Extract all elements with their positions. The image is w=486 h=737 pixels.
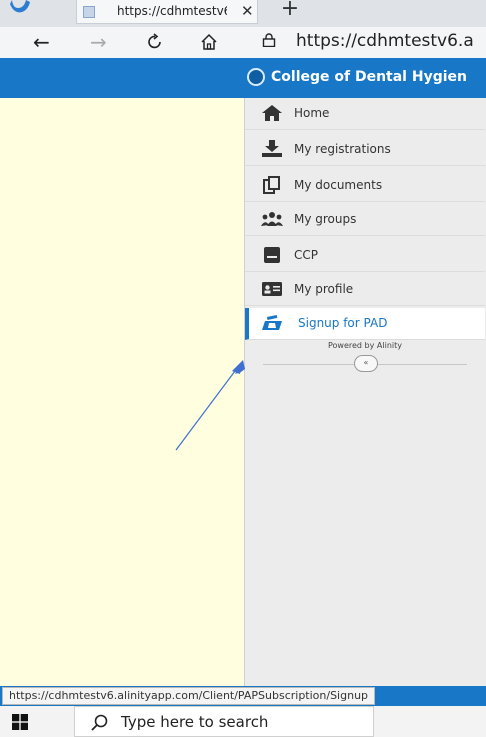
refresh-icon[interactable] xyxy=(146,33,164,51)
status-bar: https://cdhmtestv6.alinityapp.com/Client… xyxy=(0,686,486,706)
college-logo-icon xyxy=(247,68,265,86)
powered-by-text: Powered by Alinity xyxy=(328,341,402,350)
profile-card-icon xyxy=(262,282,282,296)
app-title[interactable]: College of Dental Hygien xyxy=(271,69,467,85)
sidebar-item-label: CCP xyxy=(294,248,318,262)
link-preview-url: https://cdhmtestv6.alinityapp.com/Client… xyxy=(2,687,376,705)
tab-title: https://cdhmtestv6.alinityapp.co xyxy=(117,4,227,18)
sidebar-item-home[interactable]: Home xyxy=(245,98,485,130)
sidebar-item-my-registrations[interactable]: My registrations xyxy=(245,134,485,166)
forward-arrow-icon[interactable]: → xyxy=(90,30,107,54)
main-content xyxy=(0,98,244,686)
address-toolbar: ← → https://cdhmtestv6.a xyxy=(0,27,486,59)
home-icon xyxy=(262,105,282,121)
sidebar-item-my-profile[interactable]: My profile xyxy=(245,274,485,306)
groups-icon xyxy=(261,212,283,226)
windows-taskbar: Type here to search xyxy=(0,706,486,737)
sidebar-menu: Home My registrations My documents My gr… xyxy=(244,98,486,686)
browser-logo-icon[interactable] xyxy=(8,0,32,18)
sidebar-item-label: My registrations xyxy=(294,142,391,156)
app-header: College of Dental Hygien xyxy=(0,58,486,98)
windows-start-icon[interactable] xyxy=(12,714,28,730)
ccp-icon xyxy=(264,247,280,263)
sidebar-item-label: Signup for PAD xyxy=(298,316,388,330)
lock-icon xyxy=(262,33,276,47)
documents-icon xyxy=(263,176,280,194)
sidebar-item-label: My profile xyxy=(294,282,354,296)
sidebar-item-label: Home xyxy=(294,106,330,120)
browser-tab[interactable]: https://cdhmtestv6.alinityapp.co ✕ xyxy=(76,0,258,24)
address-input[interactable]: https://cdhmtestv6.a xyxy=(296,31,474,51)
search-icon xyxy=(91,714,108,731)
new-tab-button[interactable]: + xyxy=(270,0,310,24)
sidebar-item-label: My documents xyxy=(294,178,383,192)
search-input[interactable]: Type here to search xyxy=(121,713,268,731)
signup-pad-icon xyxy=(262,314,282,330)
back-arrow-icon[interactable]: ← xyxy=(33,30,50,54)
sidebar-item-label: My groups xyxy=(294,212,357,226)
taskbar-search-box[interactable]: Type here to search xyxy=(74,706,374,737)
page-favicon-icon xyxy=(83,6,95,18)
home-browser-icon[interactable] xyxy=(200,33,218,51)
browser-tab-bar: https://cdhmtestv6.alinityapp.co ✕ + xyxy=(0,0,486,27)
sidebar-item-my-documents[interactable]: My documents xyxy=(245,170,485,202)
collapse-sidebar-button[interactable]: « xyxy=(354,355,378,372)
sidebar-item-my-groups[interactable]: My groups xyxy=(245,204,485,236)
close-tab-icon[interactable]: ✕ xyxy=(241,2,254,20)
sidebar-item-ccp[interactable]: CCP xyxy=(245,240,485,272)
download-icon xyxy=(262,140,282,157)
sidebar-item-signup-for-pad[interactable]: Signup for PAD xyxy=(245,308,485,340)
